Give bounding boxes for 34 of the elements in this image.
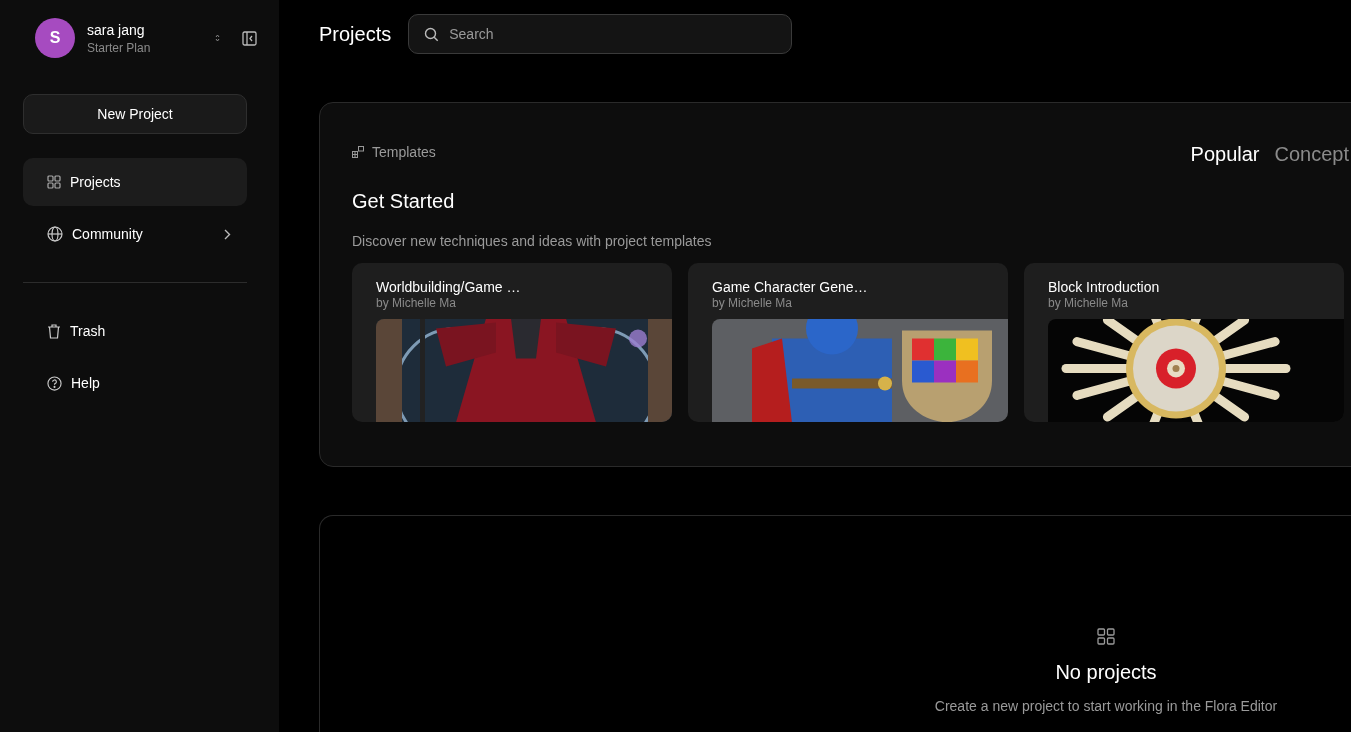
new-project-button[interactable]: New Project (23, 94, 247, 134)
search-field[interactable]: Search (408, 14, 793, 54)
plan-label: Starter Plan (87, 40, 152, 55)
sidebar-item[interactable]: Help (23, 359, 247, 407)
section-description: Discover new techniques and ideas with project templates (352, 233, 713, 249)
card-title: Worldbuilding/Game … (376, 279, 522, 295)
up-down-icon[interactable] (215, 34, 220, 42)
section-heading: Get Started (352, 190, 456, 213)
user-name: sara jang (87, 21, 146, 38)
template-card[interactable]: Game Character Gene… by Michelle Ma (688, 263, 1008, 422)
grid-icon (1097, 628, 1115, 645)
empty-title: No projects (1055, 661, 1157, 684)
category-tab[interactable]: Concept (1274, 143, 1349, 166)
template-card[interactable]: Worldbuilding/Game … by Michelle Ma (352, 263, 672, 422)
template-card[interactable]: Block Introduction by Michelle Ma (1024, 263, 1344, 422)
trash-icon (47, 323, 61, 339)
help-icon (47, 375, 62, 391)
grid-icon (47, 175, 61, 189)
sidebar-toggle-icon[interactable] (242, 30, 257, 46)
blocks-icon (352, 146, 364, 158)
card-author: by Michelle Ma (1048, 296, 1130, 310)
page-title: Projects (319, 22, 392, 46)
category-tab[interactable]: Popular (1190, 143, 1260, 166)
card-author: by Michelle Ma (712, 296, 794, 310)
card-title: Game Character Gene… (712, 279, 869, 295)
globe-icon (47, 226, 63, 242)
sidebar-item[interactable]: Trash (23, 307, 247, 355)
empty-message: Create a new project to start working in the Flora Editor (934, 698, 1278, 714)
avatar[interactable]: S (35, 18, 75, 58)
sidebar-item[interactable]: Projects (23, 158, 247, 206)
sidebar-item[interactable]: Community (23, 210, 247, 258)
card-title: Block Introduction (1048, 279, 1161, 295)
section-label: Templates (372, 144, 436, 160)
card-author: by Michelle Ma (376, 296, 458, 310)
